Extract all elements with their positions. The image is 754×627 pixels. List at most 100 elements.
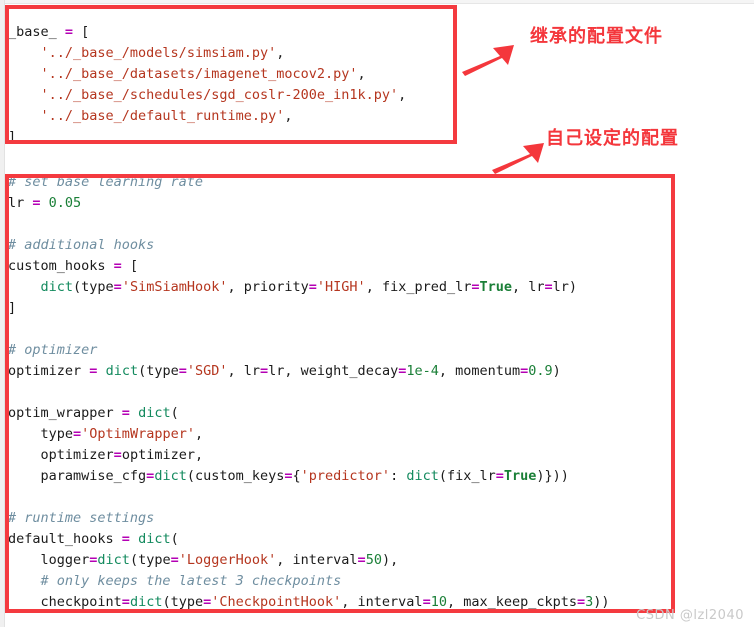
- code-token: '../_base_/datasets/imagenet_mocov2.py': [40, 65, 358, 82]
- code-token: , lr: [512, 278, 545, 295]
- code-token: =: [113, 278, 122, 295]
- code-token: dict: [97, 551, 130, 568]
- code-token: dict: [154, 467, 187, 484]
- code-token: 'SimSiamHook': [121, 278, 228, 295]
- code-token: =: [64, 23, 74, 40]
- code-token: =: [495, 467, 504, 484]
- code-line: # additional hooks: [8, 235, 610, 256]
- code-line: custom_hooks = [: [8, 256, 610, 277]
- code-token: , fix_pred_lr: [365, 278, 472, 295]
- code-line: '../_base_/datasets/imagenet_mocov2.py',: [8, 64, 406, 85]
- code-token: optimizer,: [121, 446, 204, 463]
- code-token: optimizer: [8, 446, 114, 463]
- code-block-inherited[interactable]: _base_ = [ '../_base_/models/simsiam.py'…: [8, 22, 406, 148]
- code-token: lr: [8, 194, 33, 211]
- code-token: 'LoggerHook': [178, 551, 277, 568]
- code-token: ),: [381, 551, 399, 568]
- code-token: =: [203, 593, 212, 610]
- code-token: 10: [430, 593, 447, 610]
- arrow-up-right-icon-inherited: [462, 45, 514, 76]
- code-token: ,: [276, 44, 285, 61]
- code-token: 'CheckpointHook': [211, 593, 342, 610]
- code-token: True: [479, 278, 513, 295]
- code-token: '../_base_/default_runtime.py': [40, 107, 285, 124]
- code-token: =: [121, 530, 130, 547]
- code-line: ]: [8, 298, 610, 319]
- code-token: ): [552, 362, 561, 379]
- watermark: CSDN @lzl2040: [636, 608, 744, 623]
- code-line: # only keeps the latest 3 checkpoints: [8, 571, 610, 592]
- code-token: =: [544, 278, 553, 295]
- code-token: ,: [357, 65, 366, 82]
- code-token: # runtime settings: [8, 509, 155, 526]
- annotation-label-inherited: 继承的配置文件: [530, 26, 663, 47]
- code-token: (fix_lr: [438, 467, 496, 484]
- code-token: , interval: [341, 593, 423, 610]
- code-token: (type: [129, 551, 171, 568]
- code-token: =: [284, 467, 293, 484]
- code-token: =: [357, 551, 366, 568]
- code-line: '../_base_/schedules/sgd_coslr-200e_in1k…: [8, 85, 407, 106]
- code-token: (type: [138, 362, 179, 379]
- code-token: logger: [8, 551, 90, 568]
- code-token: (type: [73, 278, 114, 295]
- code-token: =: [170, 551, 179, 568]
- code-token: ]: [8, 128, 17, 145]
- code-line: # runtime settings: [8, 508, 610, 529]
- code-token: [: [73, 23, 90, 40]
- code-token: dict: [40, 278, 74, 295]
- code-token: default_hooks: [8, 530, 122, 547]
- arrow-up-right-icon-custom: [492, 143, 544, 174]
- code-block-custom[interactable]: # set base learning rate lr = 0.05 # addi…: [8, 172, 610, 613]
- code-token: (custom_keys: [186, 467, 285, 484]
- code-token: lr): [552, 278, 578, 295]
- code-token: dict: [105, 362, 139, 379]
- code-token: type: [8, 425, 74, 442]
- code-line: optimizer=optimizer,: [8, 445, 610, 466]
- code-token: True: [503, 467, 537, 484]
- code-line: # optimizer: [8, 340, 610, 361]
- code-line: optimizer = dict(type='SGD', lr=lr, weig…: [8, 361, 610, 382]
- code-line: lr = 0.05: [8, 193, 610, 214]
- code-token: 1e-4: [406, 362, 439, 379]
- code-token: )): [593, 593, 610, 610]
- code-token: lr, weight_decay: [268, 362, 399, 379]
- code-token: optimizer: [8, 362, 90, 379]
- code-token: ]: [8, 299, 17, 316]
- code-token: , priority: [227, 278, 309, 295]
- code-token: (: [170, 404, 179, 421]
- code-token: =: [113, 257, 122, 274]
- code-line: ]: [8, 127, 406, 148]
- code-token: custom_hooks: [8, 257, 114, 274]
- code-token: )})): [536, 467, 569, 484]
- code-token: :: [390, 467, 407, 484]
- code-token: =: [121, 593, 130, 610]
- code-token: (type: [162, 593, 204, 610]
- code-token: =: [260, 362, 269, 379]
- code-line: paramwise_cfg=dict(custom_keys={'predict…: [8, 466, 610, 487]
- code-token: =: [471, 278, 480, 295]
- code-token: =: [422, 593, 431, 610]
- code-token: 0.9: [528, 362, 553, 379]
- code-token: dict: [138, 530, 171, 547]
- editor-gutter-strip: [0, 0, 5, 627]
- code-line: checkpoint=dict(type='CheckpointHook', i…: [8, 592, 610, 613]
- code-token: checkpoint: [8, 593, 122, 610]
- code-token: '../_base_/models/simsiam.py': [40, 44, 277, 61]
- code-token: dict: [129, 593, 163, 610]
- code-token: [: [121, 257, 139, 274]
- code-token: 'SGD': [186, 362, 228, 379]
- code-token: dict: [406, 467, 439, 484]
- code-token: {: [292, 467, 301, 484]
- annotation-label-custom: 自己设定的配置: [546, 128, 679, 149]
- code-token: ,: [194, 425, 204, 442]
